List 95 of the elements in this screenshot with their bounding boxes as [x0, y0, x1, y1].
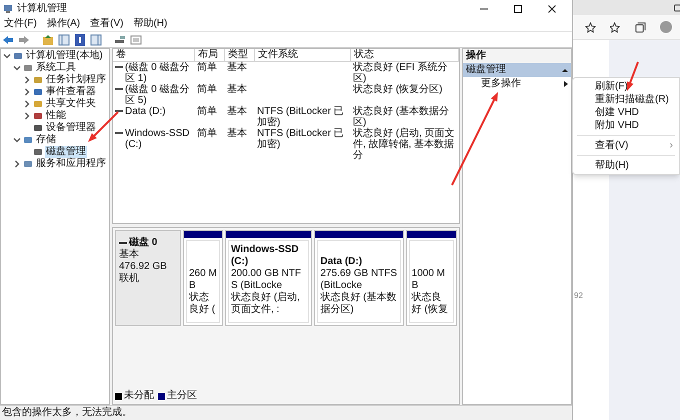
- context-menu-item[interactable]: 附加 VHD: [573, 119, 679, 132]
- expand-chevron-icon[interactable]: [13, 160, 21, 168]
- context-menu-item[interactable]: 查看(V) ›: [573, 139, 679, 152]
- actions-section[interactable]: 磁盘管理: [463, 63, 571, 77]
- table-cell: 基本: [227, 84, 247, 95]
- collapse-chevron-icon[interactable]: [13, 136, 21, 144]
- disk-status: 联机: [119, 273, 140, 285]
- disk-name: 磁盘 0: [129, 237, 158, 248]
- disk-type: 基本: [119, 249, 140, 261]
- table-cell-text: 状态良好 (基本数据分区): [353, 106, 450, 128]
- context-menu-item[interactable]: 重新扫描磁盘(R): [573, 93, 679, 106]
- back-icon[interactable]: [2, 34, 14, 46]
- avatar-icon[interactable]: [660, 21, 672, 33]
- table-cell: Data (D:): [125, 106, 166, 117]
- partition-block[interactable]: Windows-SSD (C:) 200.00 GB NTFS (BitLocke 状态良好 (启动, 页面文件, :: [224, 230, 312, 326]
- collapse-chevron-icon[interactable]: [3, 52, 11, 60]
- expand-chevron-icon[interactable]: [23, 88, 31, 96]
- menu-item[interactable]: 文件(F): [4, 18, 37, 30]
- expand-chevron-icon[interactable]: [23, 100, 31, 108]
- context-menu-item[interactable]: 帮助(H): [573, 159, 679, 172]
- tree-item[interactable]: 事件查看器: [45, 86, 97, 98]
- table-cell-text: 状态良好 (启动, 页面文件, 故障转储, 基本数据分: [353, 128, 456, 161]
- partition-block[interactable]: Data (D:) 275.69 GB NTFS (BitLocke 状态良好 (基本数据分区): [314, 230, 404, 326]
- column-header[interactable]: 类型: [225, 49, 255, 61]
- tree-item[interactable]: 存储: [35, 134, 57, 146]
- collections-icon[interactable]: [635, 22, 646, 32]
- table-cell: 基本: [227, 106, 247, 117]
- partition-block[interactable]: 1000 MB 状态良好 (恢复: [406, 230, 457, 326]
- maximize-icon[interactable]: [513, 4, 523, 14]
- tree-item[interactable]: 服务和应用程序: [35, 158, 107, 170]
- tree-item[interactable]: 共享文件夹: [45, 98, 97, 110]
- expand-chevron-icon[interactable]: [23, 112, 31, 120]
- column-header[interactable]: 状态: [351, 49, 459, 61]
- tree-item[interactable]: 计算机管理(本地): [25, 50, 104, 62]
- table-cell: 状态良好 (恢复分区): [353, 84, 442, 95]
- table-cell: 基本: [227, 62, 247, 73]
- partition-detail: 状态良好 (基本数据分区): [320, 292, 398, 316]
- table-cell: 简单: [197, 62, 217, 73]
- column-header[interactable]: 文件系统: [255, 49, 351, 61]
- table-cell-text: (磁盘 0 磁盘分区 1): [125, 62, 190, 84]
- column-header[interactable]: 布局: [195, 49, 225, 61]
- disk-info[interactable]: 磁盘 0 基本 476.92 GB 联机: [115, 230, 181, 326]
- table-cell: 简单: [197, 106, 217, 117]
- menu-item[interactable]: 查看(V): [90, 18, 124, 30]
- partition-detail: 1000 MB: [412, 268, 446, 292]
- tree-item[interactable]: 系统工具: [35, 62, 77, 74]
- partition-detail: 状态良好 (恢复: [412, 292, 449, 316]
- partition-detail: 状态良好 (启动, 页面文件, :: [230, 292, 301, 316]
- annotation-arrow: [626, 62, 639, 91]
- table-cell: 简单: [197, 84, 217, 95]
- partition-detail: 260 MB: [189, 268, 217, 292]
- panel-icon[interactable]: [90, 34, 102, 46]
- partition-title: Windows-SSD (C:): [230, 244, 300, 268]
- column-header[interactable]: 卷: [113, 49, 195, 61]
- tree-item[interactable]: 任务计划程序: [45, 74, 107, 86]
- collapse-icon: [562, 68, 568, 72]
- forward-icon[interactable]: [18, 34, 30, 46]
- partition-block[interactable]: 260 MB 状态良好 (: [183, 230, 223, 326]
- context-menu-item[interactable]: 创建 VHD: [573, 106, 679, 119]
- partition-detail: 275.69 GB NTFS (BitLocke: [320, 268, 398, 292]
- restore-icon[interactable]: [674, 4, 680, 12]
- page-text: 92: [573, 290, 584, 302]
- submenu-arrow-icon: [564, 81, 568, 87]
- expand-chevron-icon[interactable]: [23, 76, 31, 84]
- panel-icon[interactable]: [58, 34, 70, 46]
- window-title: 计算机管理: [17, 2, 67, 16]
- table-cell-text: NTFS (BitLocker 已加密): [257, 106, 345, 128]
- list-icon[interactable]: [130, 34, 142, 46]
- tree-item[interactable]: 性能: [45, 110, 67, 122]
- favorites-icon[interactable]: [610, 22, 621, 32]
- tree-item[interactable]: 磁盘管理: [45, 146, 87, 158]
- table-cell-text: Windows-SSD (C:): [125, 128, 190, 150]
- close-icon[interactable]: [547, 4, 557, 14]
- help-icon[interactable]: [74, 34, 86, 46]
- table-cell-text: NTFS (BitLocker 已加密): [257, 128, 345, 150]
- actions-header: 操作: [463, 49, 571, 63]
- collapse-chevron-icon[interactable]: [13, 64, 21, 72]
- app-icon: [3, 4, 13, 14]
- disk-size: 476.92 GB: [119, 261, 168, 272]
- legend-label: 主分区: [167, 390, 197, 402]
- tree-item[interactable]: 设备管理器: [45, 122, 97, 134]
- action-item[interactable]: 更多操作: [463, 77, 571, 91]
- partition-detail: 状态良好 (: [189, 292, 216, 316]
- table-cell: 基本: [227, 128, 247, 139]
- context-menu-item[interactable]: 刷新(F): [573, 80, 679, 93]
- table-cell-text: (磁盘 0 磁盘分区 5): [125, 84, 190, 106]
- partition-title: Data (D:): [320, 256, 364, 268]
- table-cell-text: 状态良好 (EFI 系统分区): [353, 62, 448, 84]
- folder-up-icon[interactable]: [42, 34, 54, 46]
- table-cell: 简单: [197, 128, 217, 139]
- menu-item[interactable]: 操作(A): [46, 18, 80, 30]
- menu-item[interactable]: 帮助(H): [133, 18, 168, 30]
- legend-label: 未分配: [124, 390, 154, 402]
- status-bar-text: 包含的操作太多，无法完成。: [2, 407, 132, 419]
- partition-detail: 200.00 GB NTFS (BitLocke: [230, 268, 302, 292]
